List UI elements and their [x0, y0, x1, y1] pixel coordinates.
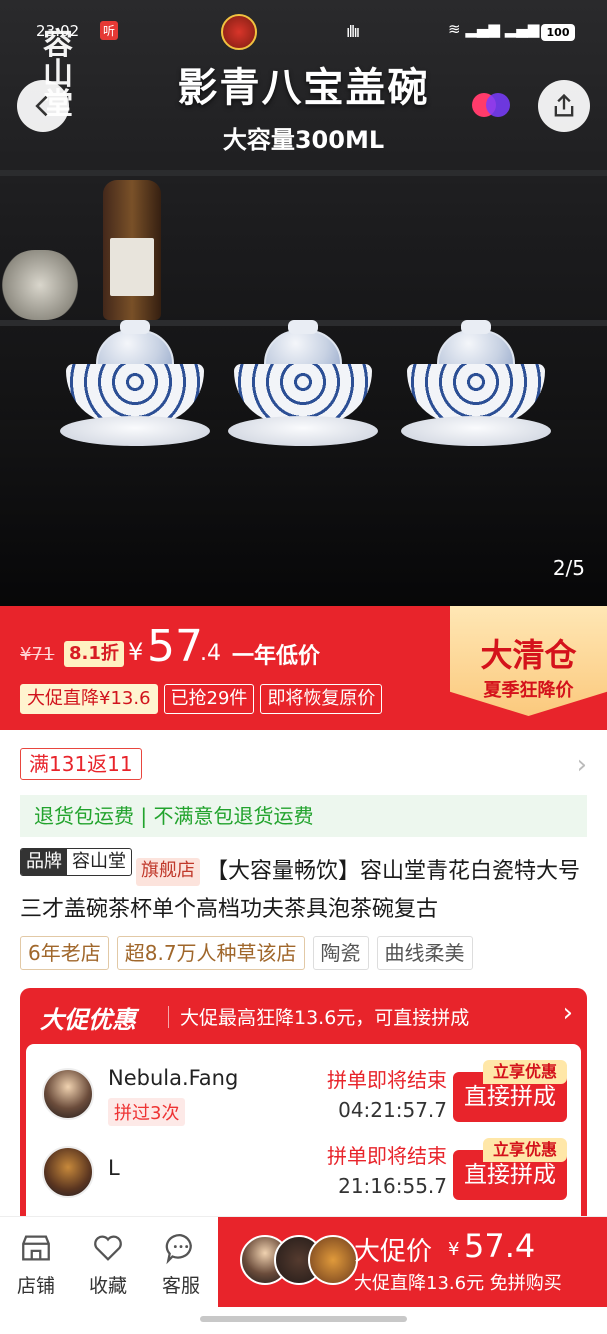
- price-integer: 57: [147, 621, 203, 672]
- group-times-badge: 拼过3次: [108, 1098, 186, 1126]
- chip-store-age: 6年老店: [20, 936, 109, 970]
- share-icon: [554, 93, 574, 117]
- price-banner: ¥71 8.1折 ¥ 57 .4 一年低价 大促直降¥13.6 已抢29件 即将…: [0, 606, 607, 730]
- clearance-subtitle: 夏季狂降价: [483, 680, 574, 701]
- sold-count-tag: 已抢29件: [163, 684, 255, 714]
- bottle-label-decor: [110, 238, 154, 296]
- promo-description: 大促最高狂降13.6元，可直接拼成: [180, 1007, 470, 1029]
- restore-price-tag: 即将恢复原价: [260, 684, 383, 714]
- shop-avatar-mini[interactable]: [221, 14, 257, 50]
- shelf-decor: [0, 170, 607, 176]
- group-user-name: L: [108, 1156, 120, 1180]
- group-countdown: 04:21:57.7: [338, 1098, 447, 1122]
- promo-title: 大促优惠: [40, 1006, 136, 1034]
- chevron-right-icon[interactable]: ›: [577, 750, 587, 780]
- coupon-tag[interactable]: 满131返11: [20, 748, 142, 780]
- group-ending-label: 拼单即将结束: [327, 1068, 447, 1092]
- brand-name: 容山堂: [72, 851, 126, 872]
- group-buy-row: L 拼单即将结束 21:16:55.7 直接拼成 立享优惠: [26, 1134, 581, 1214]
- chevron-left-icon: [35, 95, 48, 117]
- brand-label: 品牌: [21, 849, 67, 875]
- store-button[interactable]: 店铺: [4, 1231, 68, 1298]
- favorite-label: 收藏: [88, 1275, 127, 1297]
- buy-price: 57.4: [464, 1227, 536, 1265]
- promo-drop-tag: 大促直降¥13.6: [20, 684, 158, 714]
- product-page: 容山堂 影青八宝盖碗 大容量300ML 23:02 听 ıllıı ≋ ▂▄▆ …: [0, 0, 607, 1334]
- group-user-name: Nebula.Fang: [108, 1066, 239, 1090]
- buy-subtitle: 大促直降13.6元 免拼购买: [354, 1273, 562, 1294]
- brand-badge[interactable]: 品牌 容山堂: [20, 848, 132, 876]
- original-price: ¥71: [20, 644, 55, 665]
- divider: [168, 1006, 169, 1028]
- status-bar: 23:02 听 ıllıı ≋ ▂▄▆ ▂▄▆ 100: [0, 0, 607, 66]
- favorite-button[interactable]: 收藏: [76, 1231, 140, 1298]
- clearance-title: 大清仓: [480, 636, 577, 674]
- product-detail: 满131返11 › 退货包运费 | 不满意包退货运费 品牌 容山堂 旗舰店 【大容量畅…: [0, 730, 607, 1216]
- audio-wave-icon: ıllıı: [346, 22, 360, 41]
- hero-subtitle: 大容量300ML: [222, 126, 385, 154]
- product-image-carousel[interactable]: 容山堂 影青八宝盖碗 大容量300ML 23:02 听 ıllıı ≋ ▂▄▆ …: [0, 0, 607, 606]
- table-decor: [0, 420, 607, 606]
- promo-panel: 大促优惠 大促最高狂降13.6元，可直接拼成 › Nebula.Fang 拼过3…: [20, 988, 587, 1216]
- heart-icon: [94, 1235, 122, 1261]
- share-button[interactable]: [538, 80, 590, 132]
- instant-offer-ribbon: 立享优惠: [483, 1060, 567, 1084]
- flagship-badge: 旗舰店: [136, 858, 200, 886]
- price-decimal: .4: [200, 641, 221, 666]
- store-label: 店铺: [16, 1275, 55, 1297]
- promo-buy-button[interactable]: 大促价 ¥ 57.4 大促直降13.6元 免拼购买: [218, 1217, 607, 1307]
- store-chips: 6年老店 超8.7万人种草该店 陶瓷 曲线柔美: [20, 936, 473, 970]
- group-ending-label: 拼单即将结束: [327, 1144, 447, 1168]
- avatar: [308, 1235, 358, 1285]
- avatar: [42, 1146, 94, 1198]
- back-button[interactable]: [17, 80, 69, 132]
- price-currency: ¥: [128, 638, 144, 666]
- duo-circle-icon[interactable]: [470, 88, 512, 122]
- flowers-decor: [0, 250, 80, 320]
- avatar: [42, 1068, 94, 1120]
- low-price-label: 一年低价: [232, 644, 321, 669]
- product-title: 品牌 容山堂 旗舰店 【大容量畅饮】容山堂青花白瓷特大号三才盖碗茶杯单个高档功夫茶具泡…: [20, 848, 590, 929]
- buy-label: 大促价: [354, 1237, 433, 1267]
- battery-icon: 100: [541, 24, 575, 41]
- buy-currency: ¥: [448, 1239, 460, 1260]
- image-pager: 2/5: [552, 556, 585, 580]
- listen-badge: 听: [100, 21, 119, 40]
- discount-badge: 8.1折: [64, 641, 124, 667]
- service-label: 客服: [161, 1275, 200, 1297]
- chat-bubble-icon: [165, 1234, 192, 1265]
- group-buy-list: Nebula.Fang 拼过3次 拼单即将结束 04:21:57.7 直接拼成 …: [26, 1044, 581, 1216]
- price-tags: 大促直降¥13.6 已抢29件 即将恢复原价: [20, 684, 383, 714]
- chevron-right-icon[interactable]: ›: [563, 998, 573, 1028]
- signal-icon: ≋ ▂▄▆ ▂▄▆: [448, 20, 540, 38]
- chip-followers: 超8.7万人种草该店: [116, 936, 305, 970]
- return-shipping-bar: 退货包运费 | 不满意包退货运费: [20, 795, 587, 837]
- group-countdown: 21:16:55.7: [338, 1174, 447, 1198]
- group-buy-row: Nebula.Fang 拼过3次 拼单即将结束 04:21:57.7 直接拼成 …: [26, 1054, 581, 1134]
- chip-feature: 曲线柔美: [376, 936, 473, 970]
- home-indicator: [200, 1316, 407, 1322]
- store-icon: [22, 1235, 50, 1261]
- instant-offer-ribbon: 立享优惠: [483, 1138, 567, 1162]
- chip-material: 陶瓷: [312, 936, 369, 970]
- status-time: 23:02: [36, 22, 80, 40]
- service-button[interactable]: 客服: [149, 1231, 213, 1298]
- buyer-avatars: [240, 1235, 360, 1291]
